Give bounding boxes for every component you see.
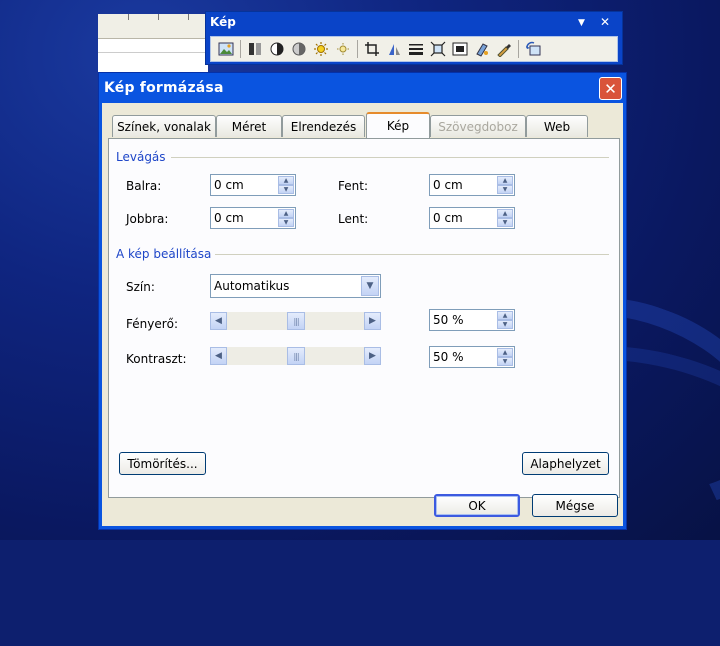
reset-picture-icon[interactable] — [524, 40, 542, 58]
crop-top-value: 0 cm — [433, 178, 463, 192]
reset-button[interactable]: Alaphelyzet — [522, 452, 609, 475]
format-picture-icon[interactable] — [473, 40, 491, 58]
spin-down-icon[interactable]: ▼ — [497, 218, 513, 227]
toolbar-dropdown-icon[interactable]: ▼ — [578, 18, 585, 28]
tab-picture[interactable]: Kép — [366, 112, 430, 138]
image-control-group-title: A kép beállítása — [116, 247, 212, 261]
crop-right-value: 0 cm — [214, 211, 244, 225]
line-style-icon[interactable] — [407, 40, 425, 58]
document-window — [98, 14, 208, 76]
contrast-spinner[interactable]: 50 % ▲ ▼ — [429, 346, 515, 368]
slider-thumb[interactable]: ||| — [287, 312, 305, 330]
dialog-title: Kép formázása — [104, 80, 224, 96]
rotate-left-icon[interactable] — [385, 40, 403, 58]
set-transparent-color-icon[interactable] — [495, 40, 513, 58]
crop-icon[interactable] — [363, 40, 381, 58]
toolbar-close-icon[interactable]: ✕ — [600, 15, 610, 29]
compress-button[interactable]: Tömörítés... — [119, 452, 206, 475]
close-icon: ✕ — [604, 79, 617, 98]
spin-up-icon[interactable]: ▲ — [497, 176, 513, 185]
more-contrast-icon[interactable] — [268, 40, 286, 58]
group-divider — [171, 157, 609, 158]
chevron-down-icon[interactable]: ▼ — [361, 276, 379, 296]
slider-right-icon[interactable]: ▶ — [364, 347, 381, 365]
spin-up-icon[interactable]: ▲ — [278, 176, 294, 185]
spin-down-icon[interactable]: ▼ — [497, 357, 513, 366]
tab-colors-lines[interactable]: Színek, vonalak — [112, 115, 216, 137]
less-brightness-icon[interactable] — [334, 40, 352, 58]
color-icon[interactable] — [246, 40, 264, 58]
slider-track[interactable]: ||| — [227, 312, 364, 330]
crop-right-spinner[interactable]: 0 cm ▲ ▼ — [210, 207, 296, 229]
slider-left-icon[interactable]: ◀ — [210, 312, 227, 330]
spin-down-icon[interactable]: ▼ — [497, 185, 513, 194]
toolbar-buttons — [210, 36, 618, 62]
color-combo[interactable]: Automatikus ▼ — [210, 274, 381, 298]
document-ruler — [98, 14, 208, 39]
slider-thumb[interactable]: ||| — [287, 347, 305, 365]
brightness-spinner[interactable]: 50 % ▲ ▼ — [429, 309, 515, 331]
crop-bottom-value: 0 cm — [433, 211, 463, 225]
spin-down-icon[interactable]: ▼ — [278, 218, 294, 227]
toolbar-separator — [518, 40, 519, 58]
more-brightness-icon[interactable] — [312, 40, 330, 58]
brightness-slider[interactable]: ◀ ||| ▶ — [210, 312, 381, 330]
slider-track[interactable]: ||| — [227, 347, 364, 365]
spin-up-icon[interactable]: ▲ — [497, 209, 513, 218]
slider-left-icon[interactable]: ◀ — [210, 347, 227, 365]
less-contrast-icon[interactable] — [290, 40, 308, 58]
color-label: Szín: — [126, 280, 155, 294]
slider-right-icon[interactable]: ▶ — [364, 312, 381, 330]
insert-picture-icon[interactable] — [217, 40, 235, 58]
tab-layout[interactable]: Elrendezés — [282, 115, 365, 137]
toolbar-separator — [240, 40, 241, 58]
picture-toolbar: Kép ▼ ✕ — [205, 11, 623, 65]
crop-top-label: Fent: — [338, 179, 368, 193]
document-line — [98, 52, 208, 53]
crop-left-spinner[interactable]: 0 cm ▲ ▼ — [210, 174, 296, 196]
brightness-label: Fényerő: — [126, 317, 179, 331]
crop-bottom-spinner[interactable]: 0 cm ▲ ▼ — [429, 207, 515, 229]
dialog-body: Színek, vonalak Méret Elrendezés Kép Szö… — [102, 103, 623, 526]
contrast-slider[interactable]: ◀ ||| ▶ — [210, 347, 381, 365]
spin-up-icon[interactable]: ▲ — [497, 348, 513, 357]
picture-tab-panel: Levágás Balra: 0 cm ▲ ▼ Fent: 0 cm ▲ ▼ Job… — [108, 138, 620, 498]
crop-left-label: Balra: — [126, 179, 162, 193]
compress-pictures-icon[interactable] — [429, 40, 447, 58]
toolbar-separator — [357, 40, 358, 58]
tab-web[interactable]: Web — [526, 115, 588, 137]
tab-text-box: Szövegdoboz — [430, 115, 526, 137]
tab-size[interactable]: Méret — [216, 115, 282, 137]
color-value: Automatikus — [214, 279, 290, 293]
crop-right-label: Jobbra: — [126, 212, 169, 226]
crop-left-value: 0 cm — [214, 178, 244, 192]
contrast-value: 50 % — [433, 350, 464, 364]
toolbar-title: Kép — [210, 15, 236, 29]
spin-down-icon[interactable]: ▼ — [497, 320, 513, 329]
spin-up-icon[interactable]: ▲ — [497, 311, 513, 320]
crop-group-title: Levágás — [116, 150, 166, 164]
group-divider — [215, 254, 609, 255]
brightness-value: 50 % — [433, 313, 464, 327]
format-picture-dialog: Kép formázása ✕ Színek, vonalak Méret El… — [98, 72, 627, 530]
spin-down-icon[interactable]: ▼ — [278, 185, 294, 194]
crop-top-spinner[interactable]: 0 cm ▲ ▼ — [429, 174, 515, 196]
text-wrapping-icon[interactable] — [451, 40, 469, 58]
dialog-close-button[interactable]: ✕ — [599, 77, 622, 100]
contrast-label: Kontraszt: — [126, 352, 187, 366]
cancel-button[interactable]: Mégse — [532, 494, 618, 517]
ok-button[interactable]: OK — [434, 494, 520, 517]
spin-up-icon[interactable]: ▲ — [278, 209, 294, 218]
crop-bottom-label: Lent: — [338, 212, 369, 226]
